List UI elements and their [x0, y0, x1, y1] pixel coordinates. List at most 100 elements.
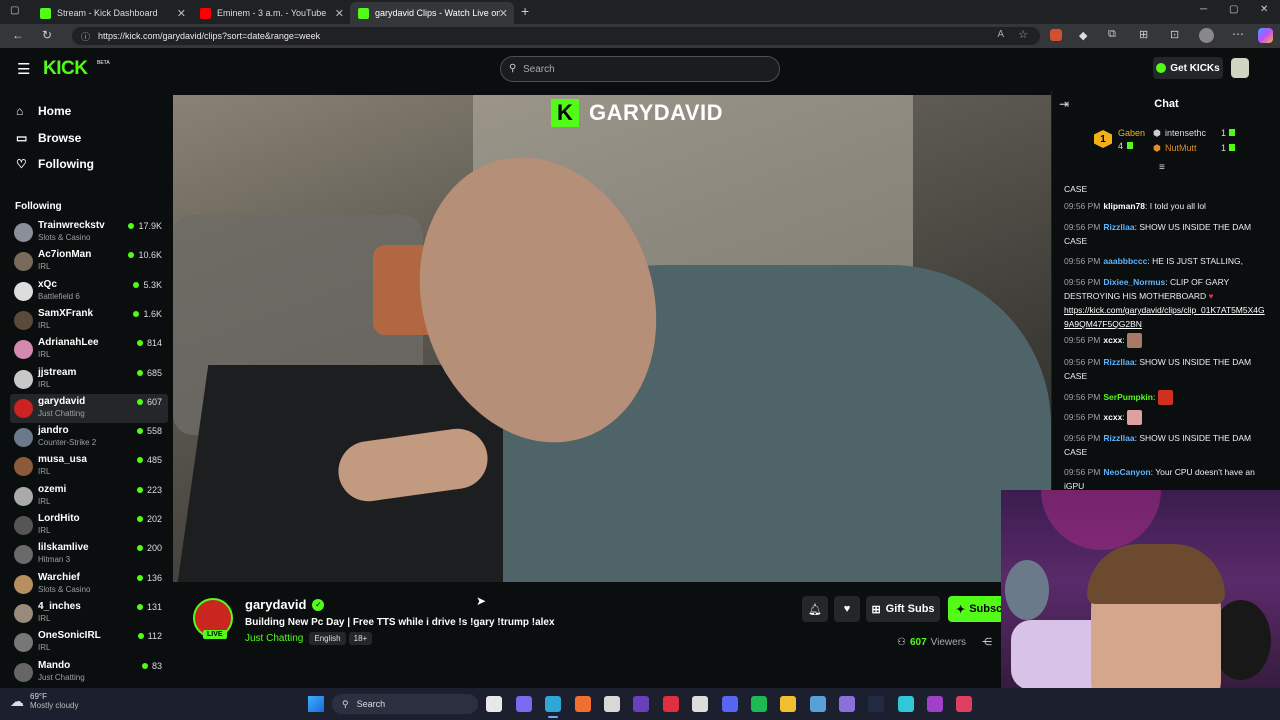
windows-start-icon[interactable]	[308, 696, 324, 712]
favorite-star-icon[interactable]: ☆	[1018, 28, 1028, 41]
chat-username[interactable]: Dixiee_Normus	[1103, 277, 1165, 287]
subscribe-button[interactable]: ✦ Subsc	[948, 596, 1003, 622]
leader-name[interactable]: NutMutt	[1165, 143, 1197, 153]
chat-username[interactable]: NeoCanyon	[1103, 467, 1150, 477]
close-tab-icon[interactable]: ✕	[177, 7, 186, 20]
hamburger-menu-icon[interactable]: ☰	[17, 60, 30, 78]
file-explorer-icon[interactable]	[486, 696, 502, 712]
chat-username[interactable]: SerPumpkin	[1103, 392, 1153, 402]
minimize-icon[interactable]: ─	[1200, 4, 1207, 15]
search-input[interactable]: ⚲ Search	[500, 56, 780, 82]
close-tab-icon[interactable]: ✕	[335, 7, 344, 20]
sidebar-channel-musa_usa[interactable]: musa_usa IRL 485	[10, 452, 168, 481]
firefox-icon[interactable]	[575, 696, 591, 712]
url-field[interactable]: ⓘ https://kick.com/garydavid/clips?sort=…	[72, 27, 1040, 45]
streamer-app-icon[interactable]	[663, 696, 679, 712]
read-aloud-icon[interactable]: A	[997, 29, 1004, 40]
chat-username[interactable]: Rizzllaa	[1103, 357, 1134, 367]
logo-text: KICK	[43, 58, 88, 79]
channel-name[interactable]: garydavid ✓	[245, 597, 325, 612]
notification-bell-button[interactable]: 🔔︎	[802, 596, 828, 622]
collections-icon[interactable]: ⊞	[1139, 28, 1148, 41]
browser-tab[interactable]: Stream - Kick Dashboard ✕	[32, 2, 192, 24]
nav-label: Following	[38, 157, 94, 171]
obs-studio-icon[interactable]	[633, 696, 649, 712]
maximize-icon[interactable]: ▢	[1229, 4, 1238, 15]
more-menu-icon[interactable]: ⋯	[1232, 27, 1244, 41]
sidebar-channel-samxfrank[interactable]: SamXFrank IRL 1.6K	[10, 306, 168, 335]
follow-button[interactable]: ♥	[834, 596, 860, 622]
browser-tab[interactable]: Eminem - 3 a.m. - YouTube ✕	[192, 2, 350, 24]
chat-filter-icon[interactable]: ≡	[1159, 162, 1165, 173]
profile-avatar[interactable]	[1199, 28, 1214, 43]
browser-tab-active[interactable]: garydavid Clips - Watch Live on K ✕	[350, 2, 514, 24]
viewer-count-value: 485	[146, 455, 162, 466]
discord-icon[interactable]	[722, 696, 738, 712]
site-info-icon[interactable]: ⓘ	[81, 30, 90, 43]
game-launcher-icon[interactable]	[868, 696, 884, 712]
chat-username[interactable]: Rizzllaa	[1103, 222, 1134, 232]
refresh-icon[interactable]: ↻	[42, 28, 52, 42]
copilot-icon[interactable]	[1258, 28, 1273, 43]
back-icon[interactable]: ←	[12, 28, 24, 42]
nav-following[interactable]: ♡ Following	[16, 157, 94, 171]
chat-link[interactable]: https://kick.com/garydavid/clips/clip_01…	[1064, 305, 1265, 329]
chat-username[interactable]: xcxx	[1103, 412, 1122, 422]
tag-pill[interactable]: 18+	[348, 632, 373, 645]
video-player[interactable]: K GARYDAVID	[173, 95, 1051, 582]
sidebar-channel-4_inches[interactable]: 4_inches IRL 131	[10, 599, 168, 628]
sidebar-channel-jandro[interactable]: jandro Counter-Strike 2 558	[10, 423, 168, 452]
get-kicks-button[interactable]: Get KICKs	[1153, 57, 1223, 79]
category-link[interactable]: Just Chatting	[245, 633, 303, 644]
chat-username[interactable]: Rizzllaa	[1103, 433, 1134, 443]
sidebar-channel-ozemi[interactable]: ozemi IRL 223	[10, 482, 168, 511]
itunes-icon[interactable]	[692, 696, 708, 712]
kick-logo[interactable]: KICK BETA	[43, 58, 110, 80]
channel-name: lilskamlive	[38, 542, 89, 554]
sidebar-channel-ac7ionman[interactable]: Ac7ionMan IRL 10.6K	[10, 247, 168, 276]
chat-username[interactable]: xcxx	[1103, 335, 1122, 345]
sidebar-channel-garydavid[interactable]: garydavid Just Chatting 607	[10, 393, 168, 423]
user-avatar[interactable]	[1231, 58, 1249, 78]
weather-widget[interactable]: ☁ 69°F Mostly cloudy	[10, 692, 78, 710]
extension-icon[interactable]	[1050, 29, 1062, 41]
maps-pin-icon[interactable]	[956, 696, 972, 712]
sidebar-channel-warchief[interactable]: Warchief Slots & Casino 136	[10, 570, 168, 599]
nav-browse[interactable]: ▭ Browse	[16, 131, 81, 145]
sidebar-channel-lordhito[interactable]: LordHito IRL 202	[10, 511, 168, 540]
sidebar-channel-xqc[interactable]: xQc Battlefield 6 5.3K	[10, 277, 168, 306]
tab-actions-icon[interactable]: ⊡	[1170, 28, 1179, 41]
gift-icon	[1127, 142, 1133, 149]
share-icon[interactable]: ⋲	[982, 637, 992, 648]
chat-username[interactable]: klipman78	[1103, 201, 1145, 211]
app-icon[interactable]	[898, 696, 914, 712]
close-window-icon[interactable]: ✕	[1260, 4, 1268, 15]
gift-subs-button[interactable]: ⊞ Gift Subs	[866, 596, 940, 622]
sidebar-channel-onesonicirl[interactable]: OneSonicIRL IRL 112	[10, 628, 168, 657]
leader-name[interactable]: intensethc	[1165, 128, 1206, 138]
edge-browser-icon[interactable]	[545, 696, 561, 712]
sidebar-channel-trainwreckstv[interactable]: Trainwreckstv Slots & Casino 17.9K	[10, 218, 168, 247]
taskbar-search[interactable]: ⚲ Search	[332, 694, 478, 714]
fx-app-icon[interactable]	[927, 696, 943, 712]
steam-icon[interactable]	[810, 696, 826, 712]
folder-icon[interactable]	[780, 696, 796, 712]
sidebar-channel-jjstream[interactable]: jjstream IRL 685	[10, 365, 168, 394]
sidebar-channel-adrianahlee[interactable]: AdrianahLee IRL 814	[10, 335, 168, 364]
video-editor-icon[interactable]	[839, 696, 855, 712]
tag-pill[interactable]: English	[309, 632, 346, 645]
github-desktop-icon[interactable]	[604, 696, 620, 712]
sidebar-channel-mando[interactable]: Mando Just Chatting 83	[10, 658, 168, 687]
spotify-icon[interactable]	[751, 696, 767, 712]
chat-username[interactable]: aaabbbccc	[1103, 256, 1147, 266]
window-menu-icon[interactable]: ▢	[10, 5, 19, 16]
copilot-app-icon[interactable]	[516, 696, 532, 712]
sidebar-channel-lilskamlive[interactable]: lilskamlive Hitman 3 200	[10, 540, 168, 569]
nav-home[interactable]: ⌂ Home	[16, 104, 71, 118]
channel-category: Slots & Casino	[38, 233, 91, 242]
leader-name[interactable]: Gaben	[1118, 128, 1145, 138]
extension-icon[interactable]: ◆	[1079, 29, 1087, 42]
close-tab-icon[interactable]: ✕	[499, 7, 508, 20]
extensions-puzzle-icon[interactable]: ⧉	[1108, 28, 1116, 41]
new-tab-icon[interactable]: +	[521, 3, 529, 19]
